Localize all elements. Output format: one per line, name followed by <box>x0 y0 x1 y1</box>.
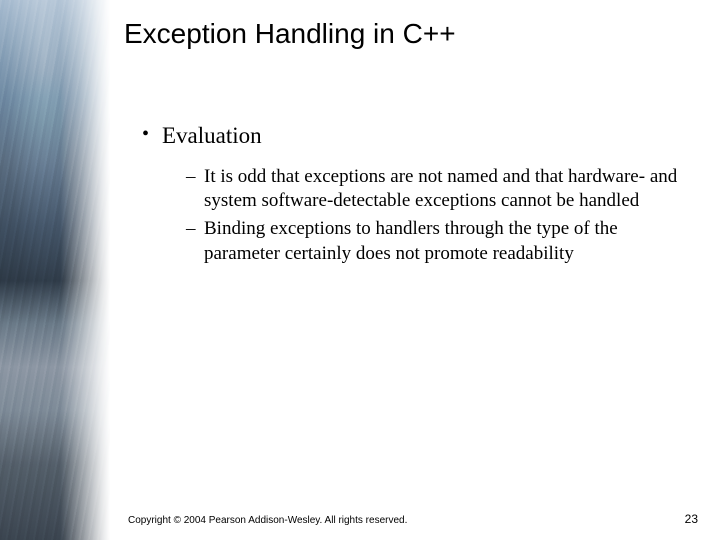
copyright-text: Copyright © 2004 Pearson Addison-Wesley.… <box>128 515 407 526</box>
slide-footer: Copyright © 2004 Pearson Addison-Wesley.… <box>110 512 720 526</box>
list-item-text: Binding exceptions to handlers through t… <box>204 218 618 263</box>
slide-content: Exception Handling in C++ Evaluation It … <box>110 0 720 540</box>
list-item: Binding exceptions to handlers through t… <box>186 217 684 266</box>
decorative-sidebar-image <box>0 0 110 540</box>
bullet-list-level1: Evaluation It is odd that exceptions are… <box>142 122 684 266</box>
list-item: It is odd that exceptions are not named … <box>186 165 684 214</box>
bullet-list-level2: It is odd that exceptions are not named … <box>186 165 684 266</box>
list-item-text: It is odd that exceptions are not named … <box>204 166 677 211</box>
slide-title: Exception Handling in C++ <box>124 18 684 50</box>
list-item: Evaluation It is odd that exceptions are… <box>142 122 684 266</box>
page-number: 23 <box>685 512 698 526</box>
list-item-text: Evaluation <box>162 123 262 148</box>
